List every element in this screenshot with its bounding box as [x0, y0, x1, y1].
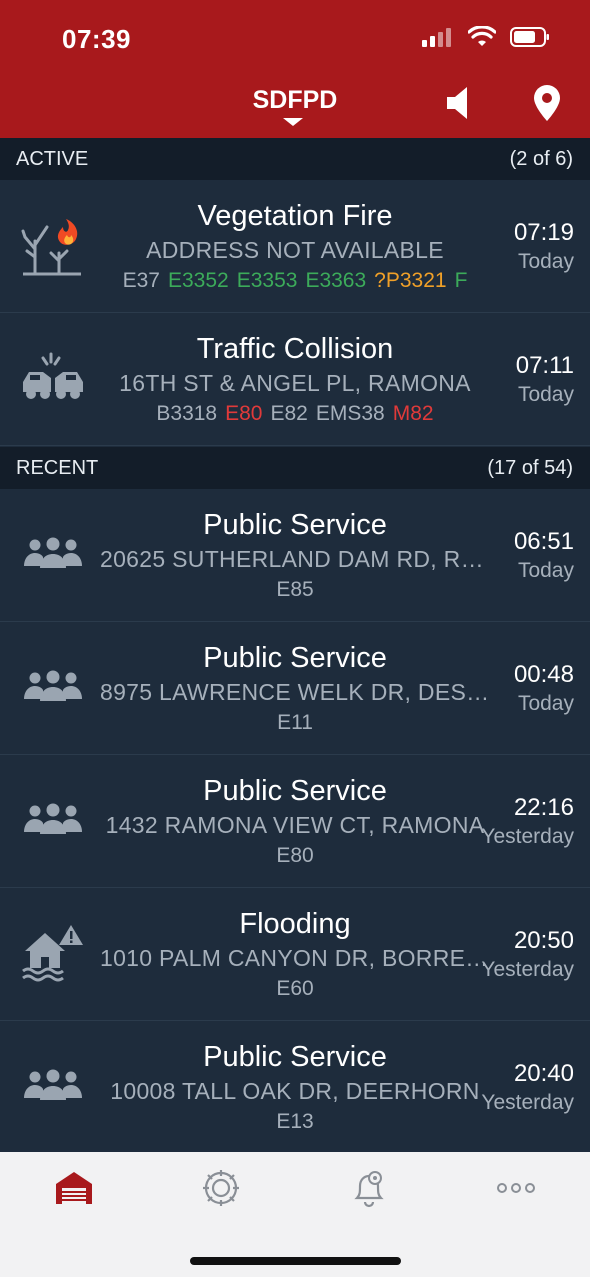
- chevron-down-icon[interactable]: [283, 118, 303, 126]
- vegetation-fire-icon: [18, 210, 88, 280]
- incident-time: 20:40: [513, 1060, 574, 1087]
- unit-chip: E85: [276, 578, 314, 601]
- incident-day: Yesterday: [481, 825, 574, 848]
- incident-row[interactable]: Vegetation Fire ADDRESS NOT AVAILABLE E3…: [0, 180, 590, 313]
- people-group-icon: [18, 652, 88, 722]
- incident-type: Public Service: [203, 642, 387, 674]
- unit-chip: F: [454, 269, 468, 292]
- speaker-icon: [447, 87, 467, 119]
- unit-chip: E37: [122, 269, 160, 292]
- unit-chip: E82: [270, 402, 308, 425]
- incident-address: 1432 RAMONA VIEW CT, RAMONA: [105, 812, 485, 838]
- incident-time: 20:50: [513, 927, 574, 954]
- firehouse-icon: [56, 1172, 92, 1204]
- tab-more[interactable]: [486, 1166, 546, 1210]
- incident-day: Yesterday: [481, 958, 574, 981]
- unit-chip: E3363: [305, 269, 367, 292]
- tab-department[interactable]: [191, 1166, 251, 1210]
- incident-address: ADDRESS NOT AVAILABLE: [146, 237, 444, 263]
- incident-row[interactable]: Public Service 10008 TALL OAK DR, DEERHO…: [0, 1021, 590, 1152]
- unit-list: E60: [100, 974, 490, 1004]
- active-section-header: ACTIVE (2 of 6): [0, 138, 590, 180]
- incident-day: Today: [517, 559, 574, 582]
- incident-type: Traffic Collision: [196, 333, 394, 365]
- location-pin-icon: [534, 85, 560, 121]
- unit-list: E11: [100, 708, 490, 738]
- incident-row[interactable]: Public Service 20625 SUTHERLAND DAM RD, …: [0, 489, 590, 622]
- incident-day: Today: [517, 692, 574, 715]
- incident-address: 1010 PALM CANYON DR, BORREGO: [100, 945, 490, 971]
- incident-row[interactable]: Traffic Collision 16TH ST & ANGEL PL, RA…: [0, 313, 590, 446]
- recent-section-header: RECENT (17 of 54): [0, 447, 590, 489]
- flooding-icon: [18, 918, 88, 988]
- tab-alert-settings[interactable]: [339, 1166, 399, 1210]
- incident-day: Yesterday: [481, 1091, 574, 1114]
- section-count: (17 of 54): [487, 456, 573, 479]
- incident-time: 07:11: [515, 352, 574, 379]
- incident-address: 8975 LAWRENCE WELK DR, DESCANSO: [100, 679, 490, 705]
- signal-icon: [422, 28, 451, 47]
- app-header: 07:39 SDFPD: [0, 0, 590, 138]
- incident-type: Flooding: [239, 908, 351, 940]
- tab-home[interactable]: [44, 1166, 104, 1210]
- people-group-icon: [18, 519, 88, 589]
- incident-type: Public Service: [203, 1041, 387, 1073]
- speaker-button[interactable]: [438, 83, 478, 123]
- incident-type: Public Service: [203, 775, 387, 807]
- unit-chip: B3318: [156, 402, 218, 425]
- unit-list: E85: [100, 575, 490, 605]
- incident-type: Public Service: [203, 509, 387, 541]
- section-label: RECENT: [16, 456, 99, 479]
- unit-chip: E3353: [236, 269, 298, 292]
- incident-day: Today: [517, 250, 574, 273]
- wifi-icon: [468, 26, 496, 46]
- incident-time: 22:16: [513, 794, 574, 821]
- status-icons: [422, 26, 550, 48]
- section-label: ACTIVE: [16, 147, 89, 170]
- incident-address: 10008 TALL OAK DR, DEERHORN: [110, 1078, 480, 1104]
- page-title[interactable]: SDFPD: [0, 86, 590, 115]
- unit-chip: E13: [276, 1110, 314, 1133]
- unit-chip: E60: [276, 977, 314, 1000]
- traffic-collision-icon: [18, 343, 88, 413]
- unit-chip: M82: [392, 402, 434, 425]
- people-group-icon: [18, 1051, 88, 1121]
- incident-time: 00:48: [513, 661, 574, 688]
- bell-gear-icon: [354, 1171, 384, 1208]
- section-count: (2 of 6): [509, 147, 573, 170]
- unit-list: E80: [100, 841, 490, 871]
- incident-time: 06:51: [513, 528, 574, 555]
- unit-chip: E3352: [167, 269, 229, 292]
- incident-row[interactable]: Flooding 1010 PALM CANYON DR, BORREGO E6…: [0, 888, 590, 1021]
- unit-chip: E11: [277, 711, 313, 734]
- home-indicator: [190, 1257, 401, 1265]
- unit-chip: E80: [276, 844, 314, 867]
- unit-chip: E80: [225, 402, 263, 425]
- status-time: 07:39: [62, 24, 131, 54]
- fire-badge-icon: [203, 1170, 239, 1206]
- unit-list: E37 E3352 E3353 E3363 ?P3321 F: [100, 266, 490, 296]
- unit-list: B3318 E80 E82 EMS38 M82: [100, 399, 490, 429]
- more-dots-icon: [497, 1183, 535, 1193]
- incident-address: 16TH ST & ANGEL PL, RAMONA: [119, 370, 471, 396]
- people-group-icon: [18, 785, 88, 855]
- incident-address: 20625 SUTHERLAND DAM RD, RAMONA: [100, 546, 490, 572]
- unit-chip: ?P3321: [374, 269, 447, 292]
- incident-row[interactable]: Public Service 1432 RAMONA VIEW CT, RAMO…: [0, 755, 590, 888]
- incident-day: Today: [517, 383, 574, 406]
- battery-icon: [510, 27, 549, 47]
- location-button[interactable]: [527, 83, 567, 123]
- unit-chip: EMS38: [315, 402, 385, 425]
- incident-time: 07:19: [513, 219, 574, 246]
- incident-type: Vegetation Fire: [197, 200, 393, 232]
- incident-row[interactable]: Public Service 8975 LAWRENCE WELK DR, DE…: [0, 622, 590, 755]
- unit-list: E13: [100, 1107, 490, 1137]
